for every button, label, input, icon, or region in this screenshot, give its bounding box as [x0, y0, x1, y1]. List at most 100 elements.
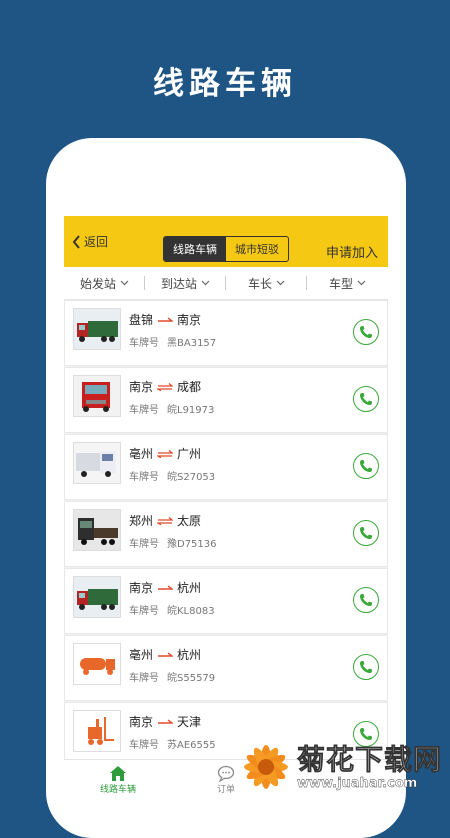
route: 南京 杭州	[129, 579, 201, 596]
two-way-arrow-icon	[157, 516, 174, 525]
filter-label: 车长	[247, 276, 272, 291]
route-from: 亳州	[129, 648, 154, 662]
call-button[interactable]	[353, 453, 379, 479]
phone-icon	[360, 661, 372, 673]
call-button[interactable]	[353, 386, 379, 412]
back-label: 返回	[84, 235, 109, 249]
plate-info: 车牌号 皖L91973	[129, 401, 214, 416]
chevron-down-icon	[357, 280, 366, 286]
vehicle-row[interactable]: 亳州 广州车牌号 皖S27053	[64, 434, 388, 500]
vehicle-row[interactable]: 南京 成都车牌号 皖L91973	[64, 367, 388, 433]
plate-label: 车牌号	[129, 472, 159, 483]
route-from: 亳州	[129, 447, 154, 461]
back-button[interactable]: 返回	[72, 233, 108, 250]
segment-route-vehicles[interactable]: 线路车辆	[164, 237, 226, 261]
plate-label: 车牌号	[129, 539, 159, 550]
truck-image	[73, 308, 121, 350]
call-button[interactable]	[353, 654, 379, 680]
plate-number: 皖KL8083	[167, 606, 215, 617]
route: 南京 天津	[129, 713, 201, 730]
truck-image	[73, 442, 121, 484]
route: 郑州 太原	[129, 512, 201, 529]
filter-label: 到达站	[160, 276, 197, 291]
route: 南京 成都	[129, 378, 201, 395]
segment-control: 线路车辆 城市短驳	[163, 236, 289, 262]
filter-length[interactable]: 车长	[226, 267, 307, 299]
vehicle-list: 盘锦 南京 车牌号 黑BA3157 南京 成都 车牌号 皖L91973 亳州 广州 车牌号 皖S270…	[64, 300, 388, 768]
header-bar: 返回 线路车辆 城市短驳 申请加入	[64, 216, 388, 267]
watermark: 菊花下载网 www.juahar.com	[239, 740, 442, 794]
route-from: 盘锦	[129, 313, 154, 327]
route: 亳州 广州	[129, 445, 201, 462]
one-way-arrow-icon	[158, 718, 174, 724]
chevron-down-icon	[201, 280, 210, 286]
two-way-arrow-icon	[157, 382, 174, 391]
truck-image	[73, 710, 121, 752]
vehicle-row[interactable]: 亳州 杭州车牌号 皖S55579	[64, 635, 388, 701]
truck-image	[73, 576, 121, 618]
call-button[interactable]	[353, 587, 379, 613]
plate-label: 车牌号	[129, 606, 159, 617]
apply-join-button[interactable]: 申请加入	[326, 242, 378, 261]
banner-title: 线路车辆	[153, 66, 297, 102]
watermark-url: www.juahar.com	[296, 775, 418, 791]
watermark-name: 菊花下载网	[296, 742, 442, 776]
plate-number: 皖S27053	[167, 472, 216, 483]
filter-label: 车型	[328, 276, 353, 291]
route: 盘锦 南京	[129, 311, 201, 328]
route-to: 南京	[177, 313, 202, 327]
truck-image	[73, 509, 121, 551]
plate-label: 车牌号	[129, 740, 159, 751]
tab-label: 订单	[216, 785, 235, 795]
plate-label: 车牌号	[129, 338, 159, 349]
phone-icon	[360, 527, 372, 539]
two-way-arrow-icon	[157, 449, 174, 458]
filter-label: 始发站	[79, 276, 116, 291]
plate-info: 车牌号 皖KL8083	[129, 602, 215, 617]
one-way-arrow-icon	[158, 651, 174, 657]
plate-number: 皖S55579	[167, 673, 216, 684]
plate-number: 皖L91973	[167, 405, 215, 416]
route-to: 成都	[177, 380, 202, 394]
chevron-left-icon	[72, 234, 80, 249]
filter-destination[interactable]: 到达站	[145, 267, 226, 299]
one-way-arrow-icon	[158, 316, 174, 322]
plate-info: 车牌号 皖S55579	[129, 669, 215, 684]
phone-icon	[360, 326, 372, 338]
route-to: 杭州	[177, 581, 202, 595]
plate-info: 车牌号 皖S27053	[129, 468, 215, 483]
vehicle-row[interactable]: 盘锦 南京车牌号 黑BA3157	[64, 300, 388, 366]
filter-type[interactable]: 车型	[307, 267, 388, 299]
route-to: 天津	[177, 715, 202, 729]
phone-icon	[360, 393, 372, 405]
route-from: 南京	[129, 715, 154, 729]
vehicle-row[interactable]: 郑州 太原车牌号 豫D75136	[64, 501, 388, 567]
route-from: 南京	[129, 581, 154, 595]
one-way-arrow-icon	[158, 584, 174, 590]
plate-number: 黑BA3157	[167, 338, 217, 349]
tab-label: 线路车辆	[99, 785, 136, 795]
filter-bar: 始发站 到达站 车长 车型	[64, 267, 388, 300]
segment-city-shuttle[interactable]: 城市短驳	[226, 237, 288, 261]
call-button[interactable]	[353, 319, 379, 345]
tab-route-vehicles[interactable]: 线路车辆	[64, 760, 172, 800]
plate-number: 苏AE6555	[167, 740, 216, 751]
filter-origin[interactable]: 始发站	[64, 267, 145, 299]
phone-icon	[360, 460, 372, 472]
route: 亳州 杭州	[129, 646, 201, 663]
truck-image	[73, 643, 121, 685]
phone-icon	[360, 728, 372, 740]
vehicle-row[interactable]: 南京 杭州车牌号 皖KL8083	[64, 568, 388, 634]
call-button[interactable]	[353, 520, 379, 546]
plate-info: 车牌号 黑BA3157	[129, 334, 216, 349]
plate-label: 车牌号	[129, 673, 159, 684]
home-icon	[110, 766, 126, 781]
chevron-down-icon	[120, 280, 129, 286]
route-to: 广州	[177, 447, 202, 461]
route-to: 太原	[177, 514, 202, 528]
phone-icon	[360, 594, 372, 606]
plate-info: 车牌号 豫D75136	[129, 535, 217, 550]
route-from: 郑州	[129, 514, 154, 528]
chevron-down-icon	[276, 280, 285, 286]
plate-info: 车牌号 苏AE6555	[129, 736, 216, 751]
